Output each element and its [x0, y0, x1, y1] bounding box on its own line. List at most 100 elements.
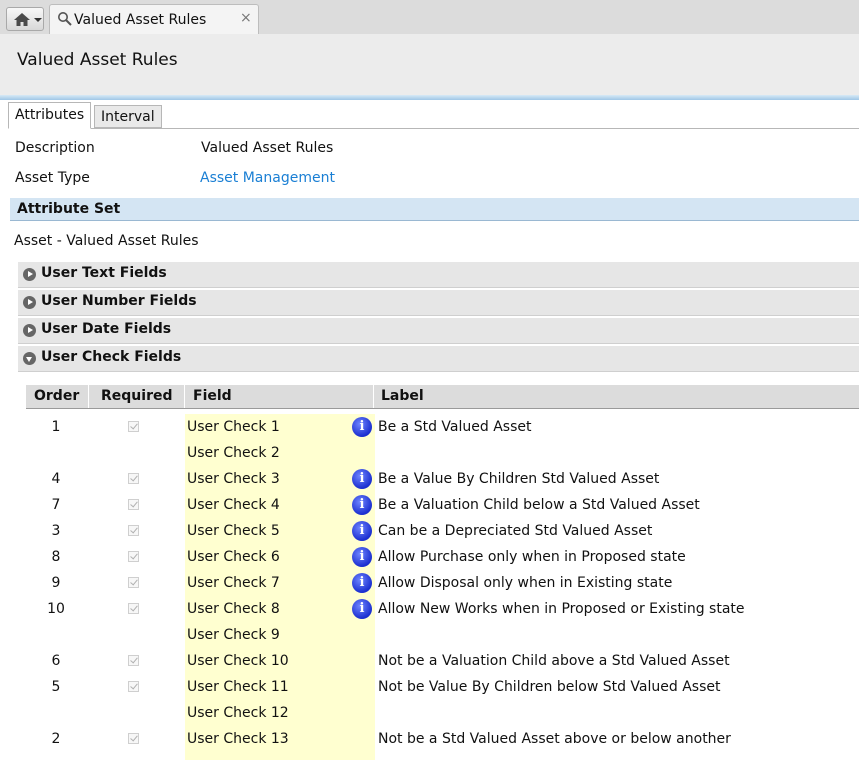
table-row[interactable]: 5 User Check 11 Not be Value By Children b… [26, 674, 859, 700]
info-icon[interactable]: i [352, 599, 372, 619]
chevron-down-icon [34, 18, 42, 22]
tab-attributes[interactable]: Attributes [8, 102, 92, 129]
field-cell: User Check 1 [187, 419, 280, 435]
label-cell: Be a Valuation Child below a Std Valued … [378, 497, 700, 513]
column-header-order[interactable]: Order [34, 388, 79, 404]
info-icon[interactable]: i [352, 417, 372, 437]
asset-type-link[interactable]: Asset Management [200, 170, 335, 186]
table-row[interactable]: 10 User Check 8 i Allow New Works when in P… [26, 596, 859, 622]
collapse-icon [23, 352, 36, 365]
tab-title: Valued Asset Rules [74, 12, 207, 28]
info-icon[interactable]: i [352, 521, 372, 541]
column-divider [88, 385, 89, 408]
field-cell: User Check 3 [187, 471, 280, 487]
tab-valued-asset-rules[interactable]: Valued Asset Rules × [49, 4, 259, 35]
field-cell: User Check 13 [187, 731, 289, 747]
order-cell: 6 [51, 653, 61, 669]
field-cell: User Check 6 [187, 549, 280, 565]
field-cell: User Check 5 [187, 523, 280, 539]
order-cell: 2 [51, 731, 61, 747]
required-checkbox[interactable] [128, 603, 139, 614]
label-cell: Allow New Works when in Proposed or Exis… [378, 601, 745, 617]
field-cell: User Check 10 [187, 653, 289, 669]
section-title: User Number Fields [41, 293, 197, 309]
field-cell: User Check 11 [187, 679, 289, 695]
required-checkbox[interactable] [128, 681, 139, 692]
page-title: Valued Asset Rules [17, 50, 178, 70]
grid-header: Order Required Field Label [26, 385, 859, 409]
attribute-set-heading: Attribute Set [17, 201, 121, 217]
header-divider [0, 95, 859, 100]
label-cell: Not be Value By Children below Std Value… [378, 679, 721, 695]
table-row[interactable]: 3 User Check 5 i Can be a Depreciated Std V… [26, 518, 859, 544]
order-cell: 5 [51, 679, 61, 695]
field-cell: User Check 12 [187, 705, 289, 721]
required-checkbox[interactable] [128, 551, 139, 562]
description-label: Description [15, 140, 95, 156]
order-cell: 1 [51, 419, 61, 435]
order-cell: 3 [51, 523, 61, 539]
required-checkbox[interactable] [128, 577, 139, 588]
attribute-set-value: Asset - Valued Asset Rules [14, 233, 199, 249]
order-cell: 9 [51, 575, 61, 591]
required-checkbox[interactable] [128, 421, 139, 432]
label-cell: Not be a Std Valued Asset above or below… [378, 731, 731, 747]
description-value: Valued Asset Rules [201, 140, 334, 156]
order-cell: 4 [51, 471, 61, 487]
order-cell: 10 [47, 601, 65, 617]
expand-icon [23, 296, 36, 309]
required-checkbox[interactable] [128, 525, 139, 536]
label-cell: Can be a Depreciated Std Valued Asset [378, 523, 653, 539]
table-row[interactable]: 7 User Check 4 i Be a Valuation Child below… [26, 492, 859, 518]
column-divider [373, 385, 374, 408]
expand-icon [23, 324, 36, 337]
label-cell: Not be a Valuation Child above a Std Val… [378, 653, 730, 669]
subtab-bar: Attributes Interval [8, 102, 859, 129]
page-header: Valued Asset Rules [0, 34, 859, 98]
label-cell: Allow Disposal only when in Existing sta… [378, 575, 673, 591]
info-icon[interactable]: i [352, 547, 372, 567]
home-menu-button[interactable] [6, 7, 44, 31]
table-row[interactable]: 4 User Check 3 i Be a Value By Children Std… [26, 466, 859, 492]
section-user-text-fields[interactable]: User Text Fields [18, 262, 859, 288]
section-title: User Check Fields [41, 349, 182, 365]
required-checkbox[interactable] [128, 473, 139, 484]
asset-type-label: Asset Type [15, 170, 90, 186]
column-header-field[interactable]: Field [193, 388, 232, 404]
table-row[interactable]: 2 User Check 13 Not be a Std Valued Asset … [26, 726, 859, 752]
required-checkbox[interactable] [128, 655, 139, 666]
order-cell: 7 [51, 497, 61, 513]
tab-interval[interactable]: Interval [94, 105, 162, 128]
required-checkbox[interactable] [128, 499, 139, 510]
section-user-number-fields[interactable]: User Number Fields [18, 290, 859, 316]
section-user-check-fields[interactable]: User Check Fields [18, 346, 859, 372]
required-checkbox[interactable] [128, 733, 139, 744]
field-cell: User Check 4 [187, 497, 280, 513]
info-icon[interactable]: i [352, 495, 372, 515]
column-divider [184, 385, 185, 408]
field-cell: User Check 8 [187, 601, 280, 617]
table-row[interactable]: 8 User Check 6 i Allow Purchase only when i… [26, 544, 859, 570]
table-row[interactable]: 9 User Check 7 i Allow Disposal only when i… [26, 570, 859, 596]
info-icon[interactable]: i [352, 573, 372, 593]
home-icon [14, 13, 30, 26]
info-icon[interactable]: i [352, 469, 372, 489]
expand-icon [23, 268, 36, 281]
column-header-label[interactable]: Label [381, 388, 424, 404]
label-cell: Be a Std Valued Asset [378, 419, 532, 435]
search-icon [58, 12, 72, 26]
table-row[interactable]: 6 User Check 10 Not be a Valuation Child a… [26, 648, 859, 674]
table-row[interactable]: 1 User Check 1 i Be a Std Valued Asset [26, 414, 859, 440]
close-icon[interactable]: × [240, 10, 252, 26]
tab-strip: Valued Asset Rules × [0, 0, 859, 35]
table-row[interactable]: User Check 9 [26, 622, 859, 648]
table-row[interactable]: User Check 2 [26, 440, 859, 466]
label-cell: Allow Purchase only when in Proposed sta… [378, 549, 686, 565]
field-cell: User Check 7 [187, 575, 280, 591]
column-header-required[interactable]: Required [101, 388, 172, 404]
field-cell: User Check 2 [187, 445, 280, 461]
section-title: User Text Fields [41, 265, 167, 281]
label-cell: Be a Value By Children Std Valued Asset [378, 471, 660, 487]
table-row[interactable]: User Check 12 [26, 700, 859, 726]
section-user-date-fields[interactable]: User Date Fields [18, 318, 859, 344]
